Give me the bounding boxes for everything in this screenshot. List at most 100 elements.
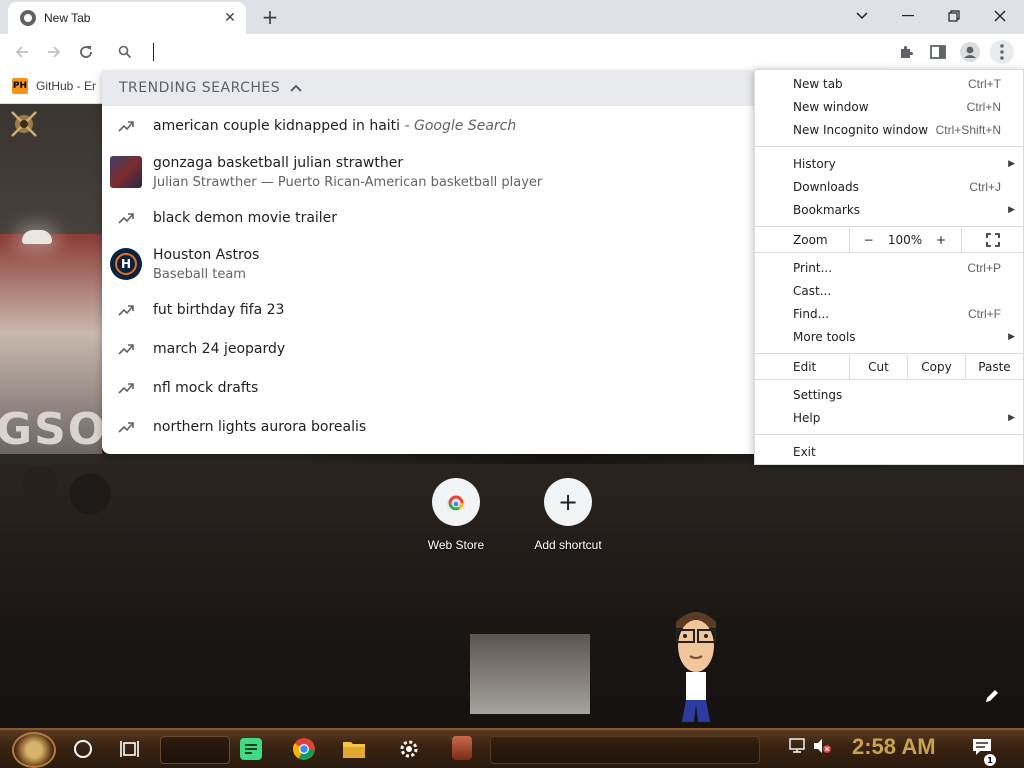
menu-item-cast[interactable]: Cast... <box>755 280 1023 302</box>
menu-item-settings[interactable]: Settings <box>755 384 1023 406</box>
desktop-character-sticker <box>668 604 724 724</box>
suggestion-query: american couple kidnapped in haiti <box>153 118 401 134</box>
menu-item-print[interactable]: Print... Ctrl+P <box>755 257 1023 279</box>
menu-zoom-row: Zoom − 100% + <box>755 228 1023 252</box>
trending-icon <box>110 294 142 326</box>
desktop-app-icon[interactable] <box>8 108 40 140</box>
paste-button[interactable]: Paste <box>965 355 1023 379</box>
notes-app-icon[interactable] <box>240 738 262 760</box>
shortcut-label: Add shortcut <box>534 538 602 552</box>
zoom-in-button[interactable]: + <box>923 228 959 252</box>
minimize-icon[interactable] <box>888 4 928 28</box>
cut-button[interactable]: Cut <box>849 355 907 379</box>
network-icon[interactable] <box>786 738 806 754</box>
tab-title: New Tab <box>44 11 91 25</box>
menu-item-shortcut: Ctrl+T <box>968 77 1001 91</box>
suggestion-subtitle: Julian Strawther — Puerto Rican-American… <box>153 174 543 190</box>
omnibox[interactable] <box>102 34 888 70</box>
volume-muted-icon[interactable] <box>812 738 832 754</box>
menu-divider <box>755 379 1023 380</box>
start-orb-button[interactable] <box>12 732 56 768</box>
background-lamp <box>22 230 52 244</box>
taskbar-clock[interactable]: 2:58 AM <box>852 734 936 760</box>
file-explorer-icon[interactable] <box>342 739 366 763</box>
suggestion-text: march 24 jeopardy <box>153 341 286 357</box>
profile-icon[interactable] <box>958 40 982 64</box>
menu-item-label: New window <box>793 100 869 114</box>
background-wall-sign: GSO <box>0 404 108 455</box>
menu-item-bookmarks[interactable]: Bookmarks ▶ <box>755 199 1023 221</box>
chevron-up-icon[interactable] <box>290 81 302 95</box>
menu-item-label: Downloads <box>793 180 859 194</box>
menu-item-label: Exit <box>793 445 816 459</box>
menu-item-label: New Incognito window <box>793 123 929 137</box>
tab-close-icon[interactable]: ✕ <box>222 10 238 26</box>
suggestion-text: Houston Astros Baseball team <box>153 247 259 282</box>
suggestion-text: nfl mock drafts <box>153 380 259 396</box>
submenu-arrow-icon: ▶ <box>1008 159 1015 169</box>
bookmark-github[interactable]: PH GitHub - Er <box>12 78 96 94</box>
menu-item-new-incognito[interactable]: New Incognito window Ctrl+Shift+N <box>755 119 1023 141</box>
edit-label: Edit <box>793 360 817 374</box>
chrome-icon[interactable] <box>292 737 316 765</box>
customize-pencil-icon[interactable] <box>980 684 1004 708</box>
app-icon[interactable] <box>452 736 472 760</box>
copy-button[interactable]: Copy <box>907 355 965 379</box>
zoom-label: Zoom <box>793 233 828 247</box>
menu-divider <box>755 226 1023 227</box>
menu-item-history[interactable]: History ▶ <box>755 153 1023 175</box>
suggestion-text: fut birthday fifa 23 <box>153 302 285 318</box>
menu-divider <box>755 146 1023 147</box>
menu-item-find[interactable]: Find... Ctrl+F <box>755 303 1023 325</box>
menu-item-label: History <box>793 157 836 171</box>
tab-search-chevron-down-icon[interactable] <box>842 4 882 28</box>
trending-icon <box>110 110 142 142</box>
shortcut-add[interactable]: + Add shortcut <box>518 478 618 552</box>
back-icon[interactable] <box>10 40 34 64</box>
tab-strip: New Tab ✕ + <box>0 0 1024 34</box>
menu-item-label: Help <box>793 411 821 425</box>
new-tab-button[interactable]: + <box>258 6 282 28</box>
plus-glyph: + <box>557 488 579 516</box>
side-panel-icon[interactable] <box>926 40 950 64</box>
menu-item-label: More tools <box>793 330 856 344</box>
trending-icon <box>110 333 142 365</box>
menu-divider <box>755 434 1023 435</box>
menu-divider <box>755 353 1023 354</box>
suggestion-text: gonzaga basketball julian strawther Juli… <box>153 155 542 190</box>
menu-item-new-window[interactable]: New window Ctrl+N <box>755 96 1023 118</box>
tab-new-tab[interactable]: New Tab ✕ <box>8 2 246 34</box>
taskbar-search-slot[interactable] <box>160 736 230 764</box>
menu-item-downloads[interactable]: Downloads Ctrl+J <box>755 176 1023 198</box>
fullscreen-icon[interactable] <box>961 228 1023 252</box>
menu-item-new-tab[interactable]: New tab Ctrl+T <box>755 73 1023 95</box>
thumbnail-image <box>110 156 142 188</box>
trending-searches-title: TRENDING SEARCHES <box>119 80 281 96</box>
menu-item-more-tools[interactable]: More tools ▶ <box>755 326 1023 348</box>
reload-icon[interactable] <box>74 40 98 64</box>
restore-icon[interactable] <box>934 4 974 28</box>
menu-item-exit[interactable]: Exit <box>755 441 1023 463</box>
submenu-arrow-icon: ▶ <box>1008 413 1015 423</box>
notification-badge: 1 <box>984 754 996 766</box>
settings-gear-icon[interactable] <box>398 738 420 764</box>
astros-logo-letter: H <box>115 253 137 275</box>
extensions-icon[interactable] <box>894 40 918 64</box>
shortcut-web-store[interactable]: Web Store <box>406 478 506 552</box>
background-gate <box>470 634 590 714</box>
menu-item-help[interactable]: Help ▶ <box>755 407 1023 429</box>
bookmark-label: GitHub - Er <box>36 79 97 93</box>
suggestion-suffix: - Google Search <box>400 118 517 134</box>
search-icon <box>118 44 132 63</box>
menu-item-shortcut: Ctrl+F <box>968 307 1001 321</box>
zoom-out-button[interactable]: − <box>849 228 887 252</box>
menu-icon[interactable] <box>990 40 1014 64</box>
suggestion-text: american couple kidnapped in haiti - Goo… <box>153 118 516 134</box>
close-icon[interactable] <box>980 4 1020 28</box>
shortcut-label: Web Store <box>427 538 485 552</box>
cortana-circle-icon[interactable] <box>74 740 92 758</box>
forward-icon[interactable] <box>42 40 66 64</box>
task-view-icon[interactable] <box>120 740 140 762</box>
suggestion-query: gonzaga basketball julian strawther <box>153 154 404 171</box>
chrome-menu: New tab Ctrl+T New window Ctrl+N New Incog… <box>754 69 1024 465</box>
